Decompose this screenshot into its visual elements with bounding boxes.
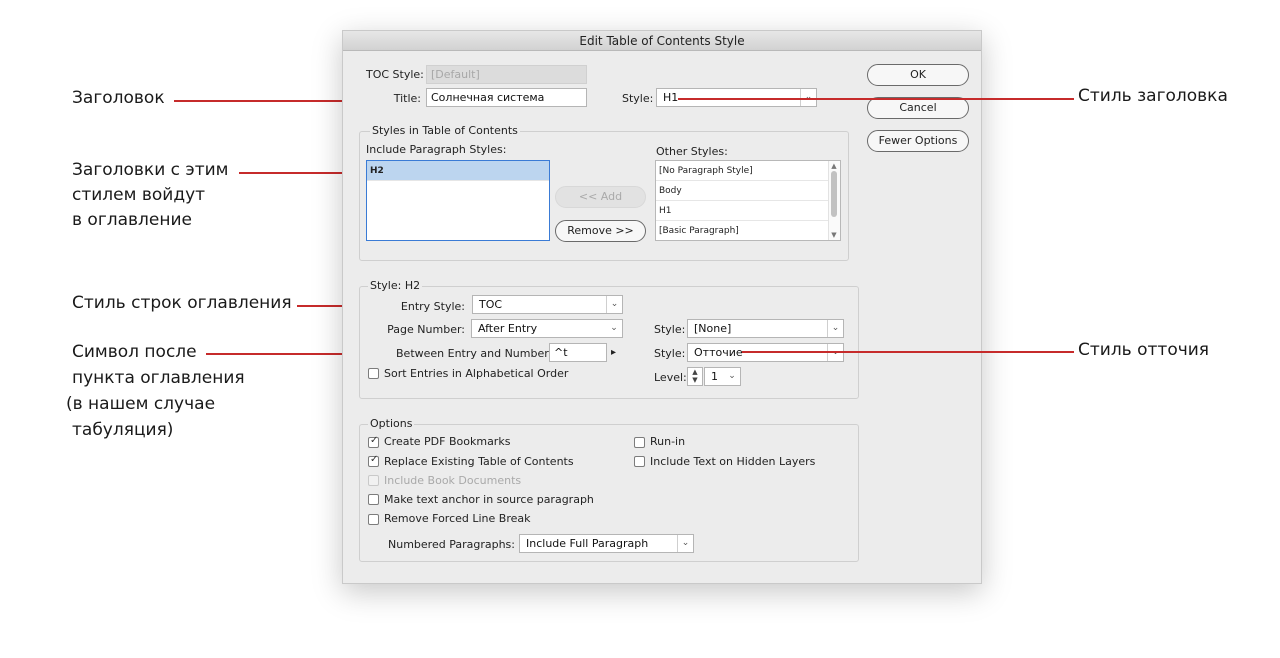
title-style-label: Style: xyxy=(622,92,654,105)
annotation-title-style-leader xyxy=(678,98,1074,100)
list-item[interactable]: [No Paragraph Style] xyxy=(656,161,840,181)
edit-toc-style-dialog: Edit Table of Contents Style TOC Style: … xyxy=(342,30,982,584)
include-hidden-layers-checkbox[interactable] xyxy=(634,456,645,467)
styles-in-toc-label: Styles in Table of Contents xyxy=(370,124,520,138)
cancel-button[interactable]: Cancel xyxy=(867,97,969,119)
remove-forced-line-break-checkbox[interactable] xyxy=(368,514,379,525)
create-pdf-bookmarks-checkbox[interactable] xyxy=(368,435,379,448)
numbered-paragraphs-select[interactable]: Include Full Paragraph ⌄ xyxy=(519,534,694,553)
entry-style-select[interactable]: TOC ⌄ xyxy=(472,295,623,314)
include-book-documents-checkbox xyxy=(368,475,379,486)
make-text-anchor-checkbox[interactable] xyxy=(368,494,379,505)
annotation-title: Заголовок xyxy=(72,88,165,108)
annotation-between-3: (в нашем случае xyxy=(66,394,216,414)
chevron-down-icon: ⌄ xyxy=(677,535,693,552)
list-item[interactable]: H2 xyxy=(367,161,549,181)
between-style-label: Style: xyxy=(654,347,686,360)
scroll-thumb[interactable] xyxy=(831,171,837,217)
annotation-leader-style-leader xyxy=(742,351,1074,353)
make-text-anchor-label: Make text anchor in source paragraph xyxy=(384,493,594,506)
page-number-select[interactable]: After Entry ⌄ xyxy=(471,319,623,338)
create-pdf-bookmarks-label: Create PDF Bookmarks xyxy=(384,435,511,448)
annotation-between-2: пункта оглавления xyxy=(72,368,245,388)
remove-forced-line-break-label: Remove Forced Line Break xyxy=(384,512,531,525)
annotation-paragraph-styles-1: Заголовки с этим xyxy=(72,160,229,180)
include-hidden-layers-label: Include Text on Hidden Layers xyxy=(650,455,816,468)
annotation-title-style: Стиль заголовка xyxy=(1078,86,1228,106)
numbered-paragraphs-label: Numbered Paragraphs: xyxy=(388,538,515,551)
list-item[interactable]: H1 xyxy=(656,201,840,221)
run-in-label: Run-in xyxy=(650,435,686,448)
remove-button[interactable]: Remove >> xyxy=(555,220,646,242)
between-style-value: Отточие xyxy=(694,346,743,359)
page-number-value: After Entry xyxy=(478,322,538,335)
between-entry-number-field[interactable]: ^t xyxy=(549,343,607,362)
run-in-checkbox[interactable] xyxy=(634,437,645,448)
list-item[interactable]: [Basic Paragraph] xyxy=(656,221,840,240)
toc-style-field: [Default] xyxy=(426,65,587,84)
chevron-down-icon: ⌄ xyxy=(728,371,736,381)
ok-button[interactable]: OK xyxy=(867,64,969,86)
replace-existing-toc-label: Replace Existing Table of Contents xyxy=(384,455,574,468)
scroll-up-icon[interactable]: ▲ xyxy=(830,162,838,170)
style-h2-label: Style: H2 xyxy=(368,279,423,293)
page-number-style-value: [None] xyxy=(694,322,732,335)
sort-entries-label: Sort Entries in Alphabetical Order xyxy=(384,367,569,380)
page-number-label: Page Number: xyxy=(387,323,465,336)
include-paragraph-styles-label: Include Paragraph Styles: xyxy=(366,143,507,156)
dialog-title: Edit Table of Contents Style xyxy=(343,31,981,51)
between-entry-number-label: Between Entry and Number: xyxy=(396,347,553,360)
annotation-entry-style: Стиль строк оглавления xyxy=(72,293,292,313)
title-style-value: H1 xyxy=(663,91,679,104)
annotation-paragraph-styles-3: в оглавление xyxy=(72,210,193,230)
options-label: Options xyxy=(368,417,415,431)
entry-style-value: TOC xyxy=(479,298,503,311)
sort-entries-checkbox[interactable] xyxy=(368,368,379,379)
chevron-down-icon: ⌄ xyxy=(606,296,622,313)
replace-existing-toc-checkbox[interactable] xyxy=(368,454,379,467)
include-paragraph-styles-list[interactable]: H2 xyxy=(366,160,550,241)
annotation-between-1: Символ после xyxy=(72,342,197,362)
annotation-paragraph-styles-2: стилем войдут xyxy=(72,185,206,205)
include-book-documents-label: Include Book Documents xyxy=(384,474,522,487)
numbered-paragraphs-value: Include Full Paragraph xyxy=(526,537,649,550)
other-styles-list[interactable]: [No Paragraph Style] Body H1 [Basic Para… xyxy=(655,160,841,241)
page-number-style-label: Style: xyxy=(654,323,686,336)
level-value: 1 xyxy=(711,370,718,383)
scroll-down-icon[interactable]: ▼ xyxy=(830,231,838,239)
page-number-style-select[interactable]: [None] ⌄ xyxy=(687,319,844,338)
toc-style-label: TOC Style: xyxy=(366,68,424,81)
stepper-icon[interactable]: ▲ ▼ xyxy=(687,367,703,386)
chevron-down-icon: ⌄ xyxy=(610,323,618,333)
list-item[interactable]: Body xyxy=(656,181,840,201)
entry-style-label: Entry Style: xyxy=(400,300,465,313)
special-characters-arrow-icon[interactable]: ▸ xyxy=(611,346,616,360)
annotation-between-4: табуляция) xyxy=(72,420,174,440)
level-select[interactable]: 1 ⌄ xyxy=(704,367,741,386)
title-label: Title: xyxy=(393,92,421,105)
annotation-leader-style: Стиль отточия xyxy=(1078,340,1210,360)
other-styles-scrollbar[interactable]: ▲ ▼ xyxy=(828,161,840,240)
add-button[interactable]: << Add xyxy=(555,186,646,208)
chevron-down-icon: ⌄ xyxy=(827,320,843,337)
level-label: Level: xyxy=(654,371,687,384)
title-field[interactable]: Солнечная система xyxy=(426,88,587,107)
other-styles-label: Other Styles: xyxy=(656,145,728,158)
fewer-options-button[interactable]: Fewer Options xyxy=(867,130,969,152)
